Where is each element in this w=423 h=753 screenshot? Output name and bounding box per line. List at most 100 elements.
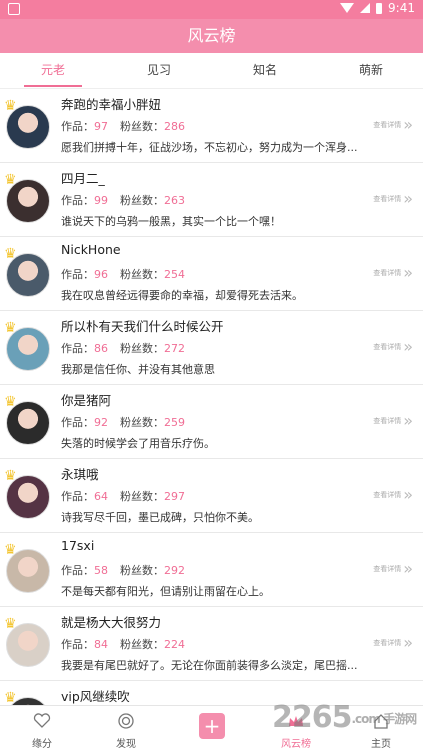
watermark: 2265.com 手游网 [272, 700, 417, 735]
user-bio: 谁说天下的乌鸦一般黑，其实一个比一个嘿！ [61, 215, 281, 228]
works-label: 作品： [61, 194, 94, 207]
fans-label: 粉丝数： [120, 342, 164, 355]
plus-icon[interactable]: + [199, 713, 225, 739]
fans-label: 粉丝数： [120, 268, 164, 281]
tab-label: 知名 [252, 63, 277, 77]
user-stats: 作品：97 粉丝数：286 [61, 118, 185, 134]
user-stats: 作品：92 粉丝数：259 [61, 414, 185, 430]
page-title: 风云榜 [187, 26, 236, 45]
crown-icon: ♛ [4, 616, 17, 632]
signal-icon [360, 3, 371, 13]
list-item[interactable]: ♛ 就是杨大大很努力 作品：84 粉丝数：224 我要是有尾巴就好了。无论在你面前装得多… [0, 607, 423, 681]
view-details-label: 查看详情 [373, 121, 402, 129]
status-bar: 9:41 [0, 0, 423, 19]
list-item[interactable]: ♛ NickHone 作品：96 粉丝数：254 我在叹息曾经远得要命的幸福，却爱得死去… [0, 237, 423, 311]
list-item[interactable]: ♛ 你是猪阿 作品：92 粉丝数：259 失落的时候学会了用音乐疗伤。 查看详情» [0, 385, 423, 459]
works-count: 64 [94, 490, 108, 503]
user-stats: 作品：86 粉丝数：272 [61, 340, 185, 356]
user-bio: 失落的时候学会了用音乐疗伤。 [61, 437, 215, 450]
view-details-label: 查看详情 [373, 491, 402, 499]
works-label: 作品： [61, 416, 94, 429]
works-count: 84 [94, 638, 108, 651]
heart-icon [33, 713, 51, 728]
tab-label: 见习 [146, 63, 171, 77]
view-details-button[interactable]: 查看详情» [373, 339, 413, 355]
works-label: 作品： [61, 120, 94, 133]
chevron-right-icon: » [403, 411, 413, 430]
avatar[interactable]: ♛ [4, 617, 50, 667]
view-details-button[interactable]: 查看详情» [373, 117, 413, 133]
avatar[interactable]: ♛ [4, 99, 50, 149]
ranking-list: ♛ 奔跑的幸福小胖妞作品：97 粉丝数：286 愿我们拼搏十年，征战沙场，不忘初心，努… [0, 89, 423, 705]
avatar[interactable]: ♛ [4, 691, 50, 705]
list-item[interactable]: ♛ 永琪哦 作品：64 粉丝数：297 诗我写尽千回，墨已成碑，只怕你不美。 查看详情» [0, 459, 423, 533]
user-bio: 诗我写尽千回，墨已成碑，只怕你不美。 [61, 511, 259, 524]
user-bio: 愿我们拼搏十年，征战沙场，不忘初心，努力成为一个浑身... [61, 141, 358, 154]
user-stats: 作品：99 粉丝数：263 [61, 192, 185, 208]
fans-label: 粉丝数： [120, 416, 164, 429]
avatar[interactable]: ♛ [4, 469, 50, 519]
nav-discover[interactable]: 发现 [84, 706, 168, 753]
fans-label: 粉丝数： [120, 490, 164, 503]
chevron-right-icon: » [403, 263, 413, 282]
view-details-button[interactable]: 查看详情» [373, 265, 413, 281]
battery-icon [376, 2, 383, 14]
user-name: 所以朴有天我们什么时候公开 [61, 319, 224, 334]
chevron-right-icon: » [403, 337, 413, 356]
status-time: 9:41 [388, 1, 415, 15]
avatar[interactable]: ♛ [4, 173, 50, 223]
app-header: 风云榜 [0, 19, 423, 53]
user-stats: 作品：58 粉丝数：292 [61, 562, 185, 578]
works-count: 86 [94, 342, 108, 355]
chevron-right-icon: » [403, 115, 413, 134]
list-item[interactable]: ♛ 所以朴有天我们什么时候公开 作品：86 粉丝数：272 我那是信任你、并没有其他意思… [0, 311, 423, 385]
nav-label: 缘分 [32, 739, 52, 750]
fans-label: 粉丝数： [120, 564, 164, 577]
crown-icon: ♛ [4, 98, 17, 114]
tab-zhiming[interactable]: 知名 [212, 53, 318, 89]
nav-label: 发现 [116, 739, 136, 750]
view-details-button[interactable]: 查看详情» [373, 487, 413, 503]
user-stats: 作品：96 粉丝数：254 [61, 266, 185, 282]
user-name: 17sxi [61, 538, 95, 553]
user-name: 四月二_ [61, 171, 105, 186]
user-name: 奔跑的幸福小胖妞 [61, 97, 162, 112]
list-item[interactable]: ♛ 17sxi 作品：58 粉丝数：292 不是每天都有阳光，但请别让雨留在心上。 查看详… [0, 533, 423, 607]
nav-yuanfen[interactable]: 缘分 [0, 706, 84, 753]
user-stats: 作品：64 粉丝数：297 [61, 488, 185, 504]
avatar[interactable]: ♛ [4, 247, 50, 297]
crown-icon: ♛ [4, 468, 17, 484]
works-label: 作品： [61, 564, 94, 577]
works-label: 作品： [61, 490, 94, 503]
view-details-button[interactable]: 查看详情» [373, 413, 413, 429]
nav-label: 主页 [371, 739, 391, 750]
chevron-right-icon: » [403, 633, 413, 652]
fans-label: 粉丝数： [120, 194, 164, 207]
chevron-right-icon: » [403, 485, 413, 504]
fans-label: 粉丝数： [120, 638, 164, 651]
works-count: 96 [94, 268, 108, 281]
list-item[interactable]: ♛ 四月二_ 作品：99 粉丝数：263 谁说天下的乌鸦一般黑，其实一个比一个嘿！ 查看详… [0, 163, 423, 237]
crown-icon: ♛ [4, 246, 17, 262]
crown-icon: ♛ [4, 542, 17, 558]
list-item[interactable]: ♛ 奔跑的幸福小胖妞作品：97 粉丝数：286 愿我们拼搏十年，征战沙场，不忘初心，努… [0, 89, 423, 163]
tab-jianxi[interactable]: 见习 [106, 53, 212, 89]
avatar[interactable]: ♛ [4, 395, 50, 445]
tab-label: 萌新 [358, 63, 383, 77]
crown-icon: ♛ [4, 172, 17, 188]
tab-mengxin[interactable]: 萌新 [318, 53, 423, 89]
fans-label: 粉丝数： [120, 120, 164, 133]
view-details-label: 查看详情 [373, 639, 402, 647]
compass-icon [118, 713, 134, 729]
app-grid-icon [8, 3, 20, 15]
view-details-button[interactable]: 查看详情» [373, 561, 413, 577]
chevron-right-icon: » [403, 189, 413, 208]
avatar[interactable]: ♛ [4, 543, 50, 593]
works-label: 作品： [61, 268, 94, 281]
view-details-button[interactable]: 查看详情» [373, 635, 413, 651]
view-details-button[interactable]: 查看详情» [373, 191, 413, 207]
user-bio: 我那是信任你、并没有其他意思 [61, 363, 215, 376]
tab-active-indicator [24, 85, 82, 87]
avatar[interactable]: ♛ [4, 321, 50, 371]
tab-yuanlao[interactable]: 元老 [0, 53, 106, 89]
